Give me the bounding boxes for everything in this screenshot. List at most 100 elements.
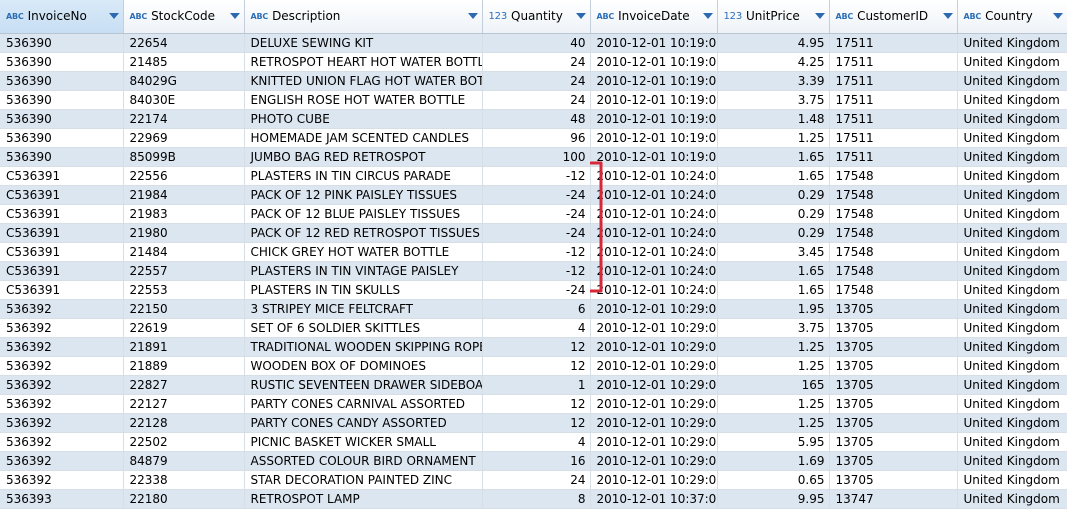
cell-customerid[interactable]: 13705 [829,470,958,490]
cell-customerid[interactable]: 13705 [829,451,958,471]
column-header-quantity[interactable]: 123 Quantity [482,0,591,34]
cell-country[interactable]: United Kingdom [957,52,1067,72]
cell-unitprice[interactable]: 0.29 [717,223,830,243]
cell-customerid[interactable]: 17511 [829,147,958,167]
table-row[interactable]: C536391 21984 PACK OF 12 PINK PAISLEY TISS… [0,185,1067,205]
cell-stockcode[interactable]: 22619 [123,318,245,338]
column-header-customerid[interactable]: ABC CustomerID [829,0,958,34]
cell-unitprice[interactable]: 165 [717,375,830,395]
cell-country[interactable]: United Kingdom [957,261,1067,281]
cell-invoiceno[interactable]: C536391 [0,261,124,281]
cell-invoiceno[interactable]: 536392 [0,413,124,433]
cell-quantity[interactable]: 6 [482,299,591,319]
cell-description[interactable]: HOMEMADE JAM SCENTED CANDLES [244,128,483,148]
cell-quantity[interactable]: 12 [482,356,591,376]
cell-invoiceno[interactable]: 536390 [0,109,124,129]
filter-dropdown-icon[interactable] [942,13,953,20]
table-row[interactable]: 536392 21889 WOODEN BOX OF DOMINOES 12 2010-… [0,356,1067,376]
cell-unitprice[interactable]: 1.65 [717,166,830,186]
cell-invoicedate[interactable]: 2010-12-01 10:19:00 [590,128,718,148]
column-header-invoicedate[interactable]: ABC InvoiceDate [590,0,718,34]
cell-country[interactable]: United Kingdom [957,109,1067,129]
cell-quantity[interactable]: 96 [482,128,591,148]
cell-invoicedate[interactable]: 2010-12-01 10:24:00 [590,261,718,281]
filter-dropdown-icon[interactable] [814,13,825,20]
cell-stockcode[interactable]: 84029G [123,71,245,91]
cell-country[interactable]: United Kingdom [957,90,1067,110]
cell-invoiceno[interactable]: 536392 [0,432,124,452]
cell-country[interactable]: United Kingdom [957,242,1067,262]
filter-dropdown-icon[interactable] [108,13,119,20]
cell-quantity[interactable]: -24 [482,280,591,300]
cell-unitprice[interactable]: 1.65 [717,280,830,300]
table-row[interactable]: 536390 22969 HOMEMADE JAM SCENTED CANDLES 9… [0,128,1067,148]
table-row[interactable]: 536392 22338 STAR DECORATION PAINTED ZINC 2… [0,470,1067,490]
cell-invoicedate[interactable]: 2010-12-01 10:24:00 [590,185,718,205]
table-row[interactable]: C536391 22553 PLASTERS IN TIN SKULLS -24 201… [0,280,1067,300]
cell-description[interactable]: PHOTO CUBE [244,109,483,129]
cell-country[interactable]: United Kingdom [957,375,1067,395]
cell-description[interactable]: PICNIC BASKET WICKER SMALL [244,432,483,452]
cell-customerid[interactable]: 17548 [829,261,958,281]
cell-country[interactable]: United Kingdom [957,71,1067,91]
cell-invoiceno[interactable]: 536392 [0,318,124,338]
cell-unitprice[interactable]: 5.95 [717,432,830,452]
cell-country[interactable]: United Kingdom [957,299,1067,319]
table-row[interactable]: 536390 21485 RETROSPOT HEART HOT WATER BOT… [0,52,1067,72]
table-row[interactable]: C536391 21980 PACK OF 12 RED RETROSPOT TIS… [0,223,1067,243]
table-row[interactable]: C536391 21983 PACK OF 12 BLUE PAISLEY TISS… [0,204,1067,224]
table-row[interactable]: C536391 22557 PLASTERS IN TIN VINTAGE PAIS… [0,261,1067,281]
table-row[interactable]: 536392 22150 3 STRIPEY MICE FELTCRAFT 6 2010… [0,299,1067,319]
cell-invoicedate[interactable]: 2010-12-01 10:29:00 [590,451,718,471]
cell-customerid[interactable]: 13705 [829,375,958,395]
column-header-invoiceno[interactable]: ABC InvoiceNo [0,0,124,34]
cell-country[interactable]: United Kingdom [957,128,1067,148]
cell-invoicedate[interactable]: 2010-12-01 10:29:00 [590,318,718,338]
cell-stockcode[interactable]: 85099B [123,147,245,167]
cell-country[interactable]: United Kingdom [957,280,1067,300]
cell-description[interactable]: CHICK GREY HOT WATER BOTTLE [244,242,483,262]
cell-customerid[interactable]: 13705 [829,356,958,376]
cell-quantity[interactable]: -24 [482,185,591,205]
table-row[interactable]: 536392 22827 RUSTIC SEVENTEEN DRAWER SIDEB… [0,375,1067,395]
cell-invoiceno[interactable]: 536392 [0,299,124,319]
cell-invoiceno[interactable]: 536390 [0,71,124,91]
cell-quantity[interactable]: 12 [482,394,591,414]
cell-unitprice[interactable]: 3.75 [717,318,830,338]
cell-customerid[interactable]: 17548 [829,223,958,243]
cell-unitprice[interactable]: 4.95 [717,33,830,53]
cell-unitprice[interactable]: 0.29 [717,185,830,205]
cell-unitprice[interactable]: 4.25 [717,52,830,72]
cell-invoiceno[interactable]: 536392 [0,356,124,376]
cell-description[interactable]: WOODEN BOX OF DOMINOES [244,356,483,376]
cell-quantity[interactable]: 24 [482,90,591,110]
cell-invoiceno[interactable]: 536390 [0,128,124,148]
cell-invoicedate[interactable]: 2010-12-01 10:29:00 [590,432,718,452]
cell-quantity[interactable]: -12 [482,166,591,186]
cell-quantity[interactable]: 12 [482,337,591,357]
cell-country[interactable]: United Kingdom [957,337,1067,357]
cell-description[interactable]: STAR DECORATION PAINTED ZINC [244,470,483,490]
cell-description[interactable]: 3 STRIPEY MICE FELTCRAFT [244,299,483,319]
cell-invoicedate[interactable]: 2010-12-01 10:24:00 [590,280,718,300]
cell-stockcode[interactable]: 22553 [123,280,245,300]
cell-quantity[interactable]: -24 [482,204,591,224]
cell-unitprice[interactable]: 3.45 [717,242,830,262]
cell-unitprice[interactable]: 3.39 [717,71,830,91]
cell-stockcode[interactable]: 22557 [123,261,245,281]
cell-invoiceno[interactable]: 536392 [0,337,124,357]
cell-invoicedate[interactable]: 2010-12-01 10:24:00 [590,204,718,224]
cell-invoicedate[interactable]: 2010-12-01 10:24:00 [590,242,718,262]
cell-quantity[interactable]: 4 [482,432,591,452]
cell-invoicedate[interactable]: 2010-12-01 10:19:00 [590,147,718,167]
cell-description[interactable]: PLASTERS IN TIN CIRCUS PARADE [244,166,483,186]
cell-description[interactable]: SET OF 6 SOLDIER SKITTLES [244,318,483,338]
cell-quantity[interactable]: 12 [482,413,591,433]
cell-description[interactable]: DELUXE SEWING KIT [244,33,483,53]
cell-description[interactable]: PACK OF 12 PINK PAISLEY TISSUES [244,185,483,205]
cell-invoicedate[interactable]: 2010-12-01 10:19:00 [590,71,718,91]
cell-customerid[interactable]: 17511 [829,71,958,91]
cell-customerid[interactable]: 13705 [829,432,958,452]
cell-quantity[interactable]: 100 [482,147,591,167]
cell-stockcode[interactable]: 22150 [123,299,245,319]
